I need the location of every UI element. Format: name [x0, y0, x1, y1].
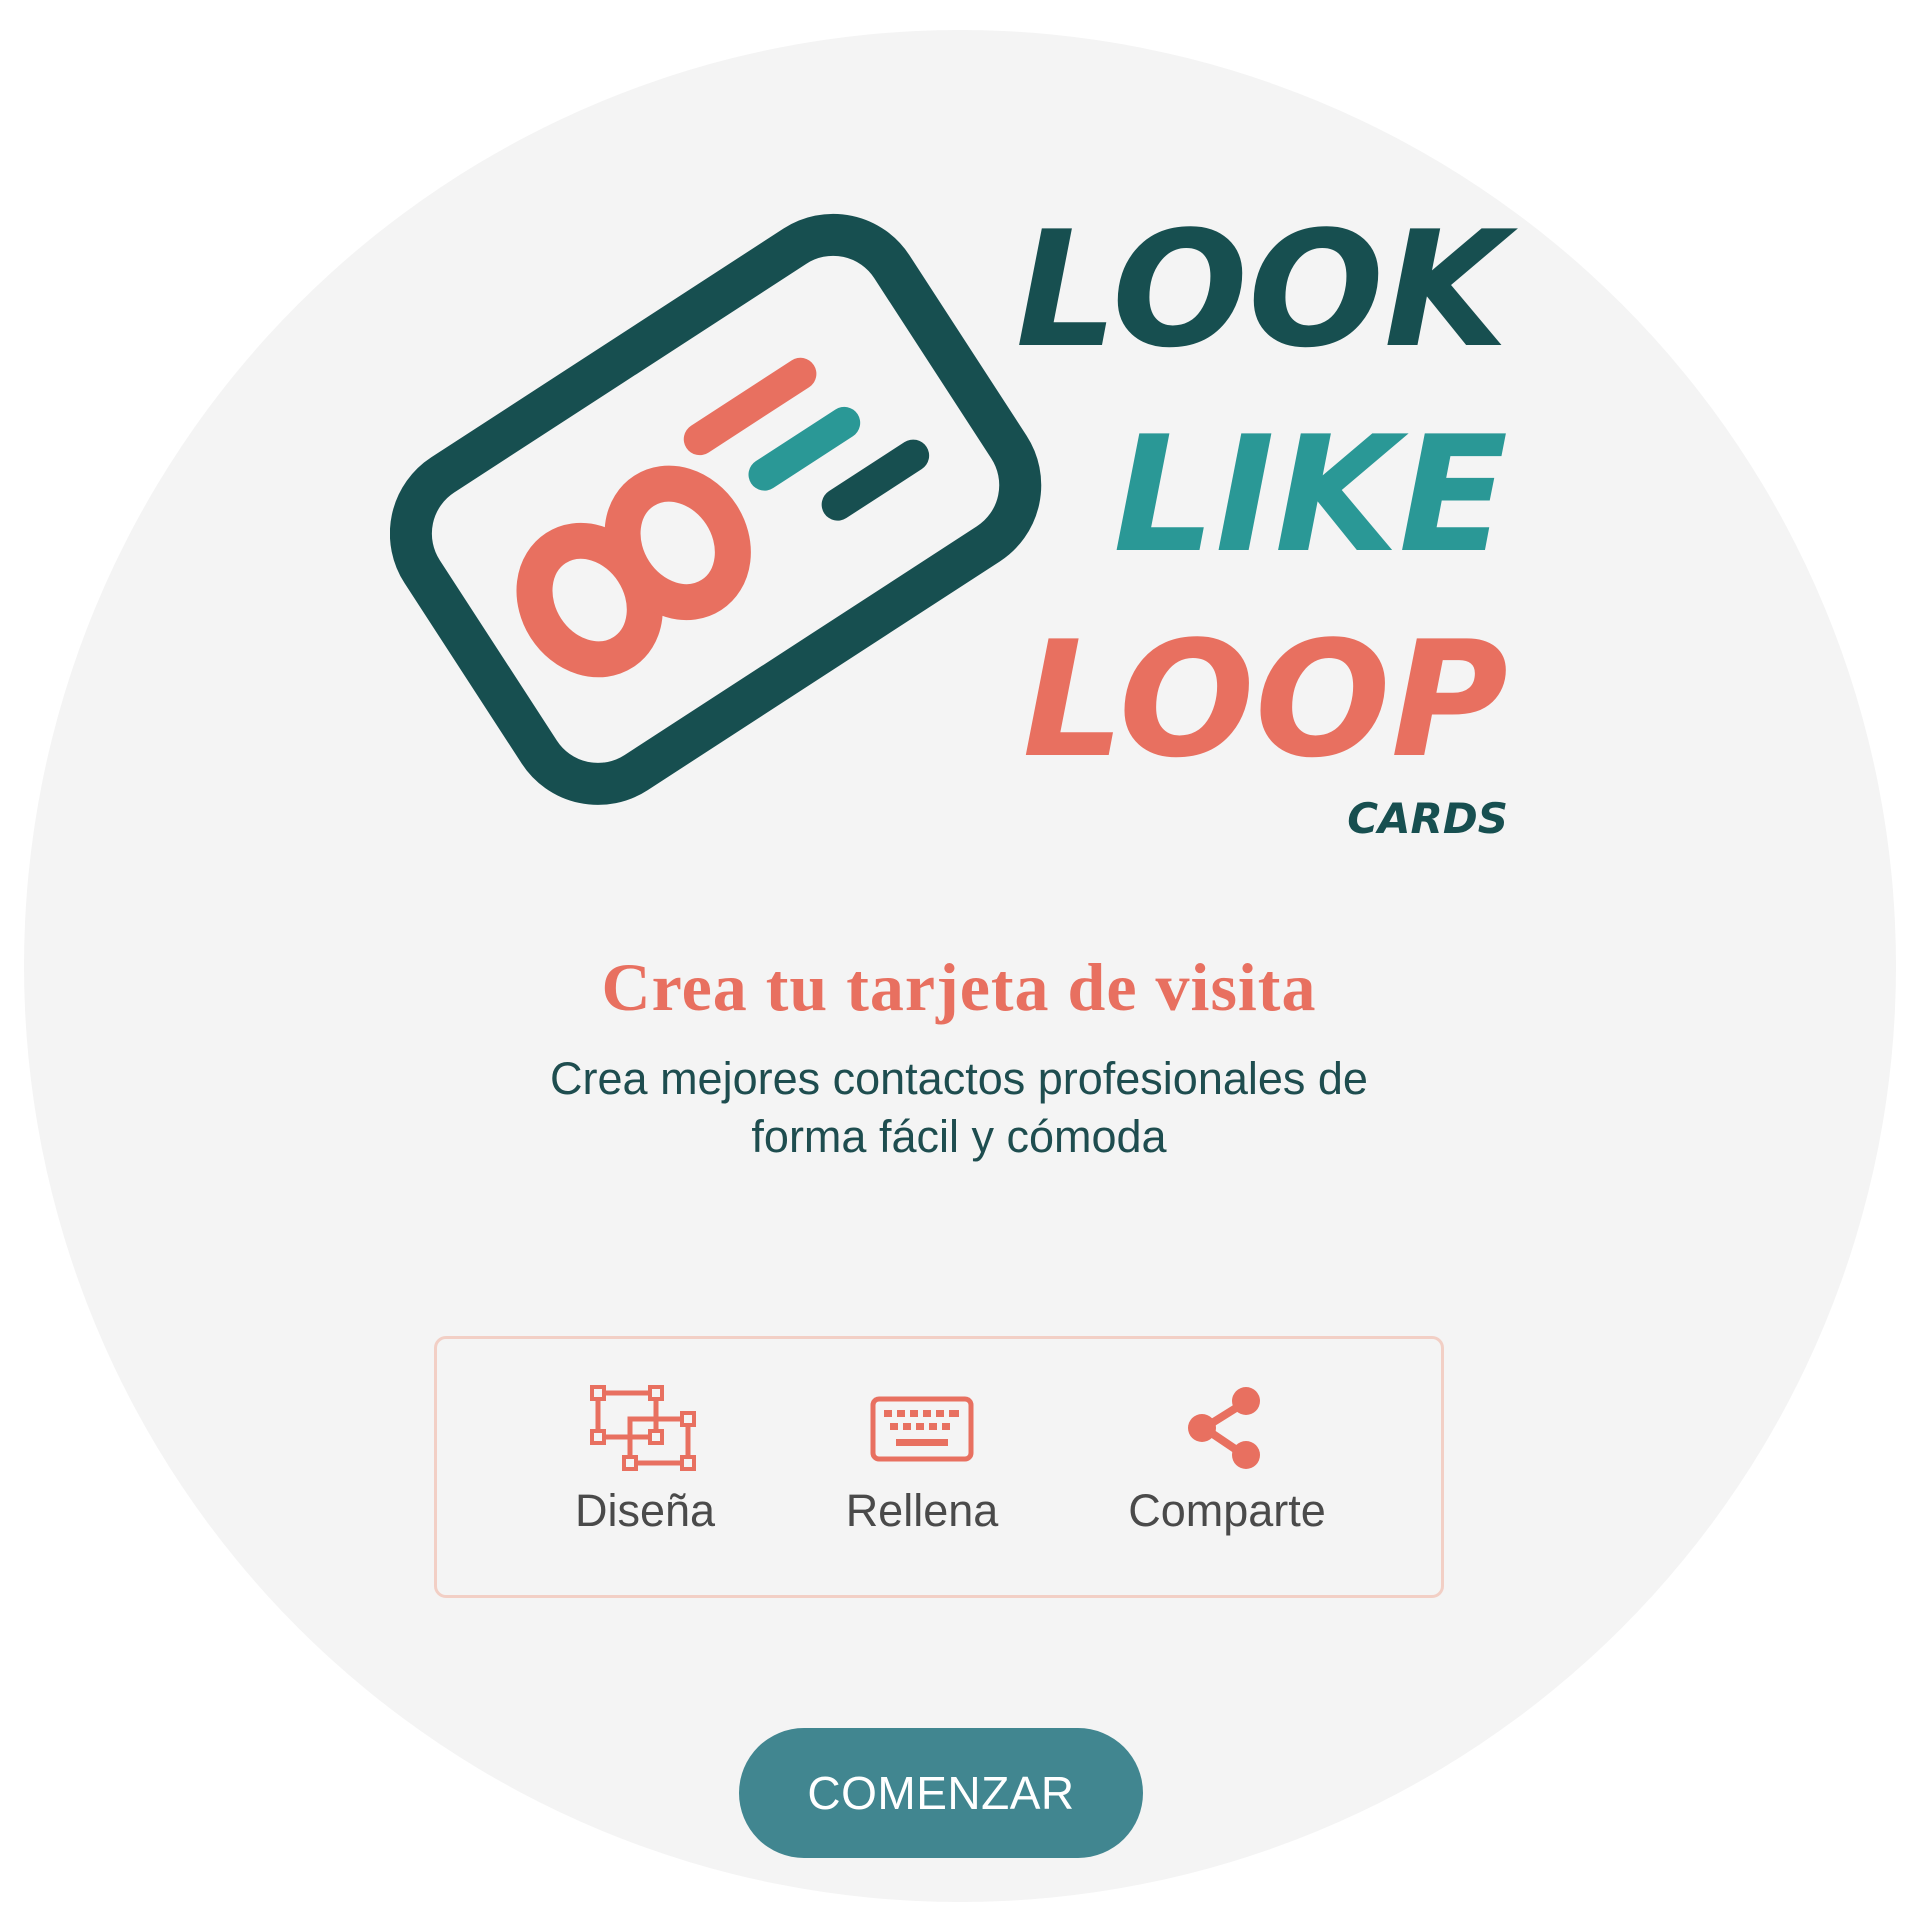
step-share: Comparte: [1107, 1385, 1347, 1537]
step-fill: Rellena: [802, 1385, 1042, 1537]
steps-panel: Diseña Rellena Comparte: [434, 1336, 1444, 1598]
keyboard-icon: [802, 1385, 1042, 1471]
subtitle-line-2: forma fácil y cómoda: [751, 1111, 1167, 1162]
design-selection-icon: [525, 1385, 765, 1471]
logo-word-loop: LOOP: [1022, 606, 1508, 793]
look-like-loop-logo: LOOK LIKE LOOP CARDS: [390, 205, 1520, 845]
business-card-icon: [390, 213, 1042, 805]
page-title: Crea tu tarjeta de visita: [601, 949, 1317, 1025]
step-design: Diseña: [525, 1385, 765, 1537]
logo-word-look: LOOK: [1016, 205, 1518, 383]
subtitle-line-1: Crea mejores contactos profesionales de: [550, 1053, 1368, 1104]
logo-tagline: CARDS: [1347, 794, 1508, 843]
step-label-design: Diseña: [574, 1485, 716, 1536]
share-icon: [1107, 1385, 1347, 1471]
step-label-share: Comparte: [1128, 1485, 1326, 1536]
logo-word-like: LIKE: [1113, 401, 1508, 588]
start-button[interactable]: COMENZAR: [739, 1728, 1143, 1858]
step-label-fill: Rellena: [845, 1485, 999, 1536]
page-subtitle: Crea mejores contactos profesionales de …: [459, 1050, 1459, 1166]
